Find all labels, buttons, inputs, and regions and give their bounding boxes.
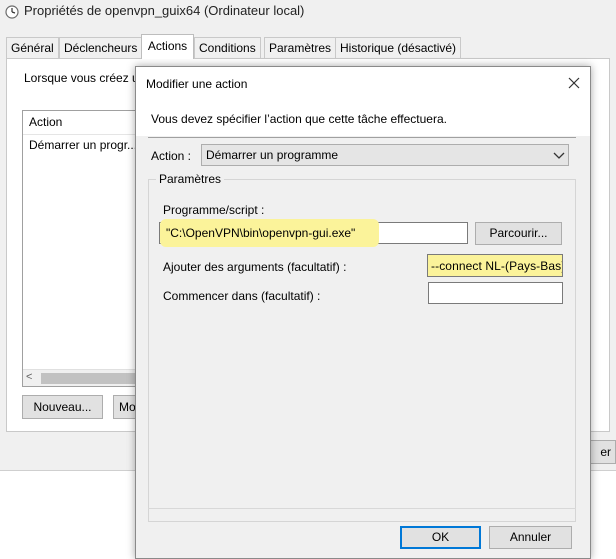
window-title: Propriétés de openvpn_guix64 (Ordinateur…	[24, 3, 305, 18]
tab-general[interactable]: Général	[6, 37, 59, 58]
tab-conditions[interactable]: Conditions	[194, 37, 261, 58]
action-select-value: Démarrer un programme	[206, 148, 339, 162]
start-in-label: Commencer dans (facultatif) :	[163, 289, 321, 303]
horizontal-scrollbar[interactable]: <	[23, 369, 141, 386]
program-label: Programme/script :	[163, 203, 265, 217]
browse-button[interactable]: Parcourir...	[475, 222, 562, 245]
scroll-left-icon[interactable]: <	[26, 371, 32, 383]
close-icon[interactable]	[562, 71, 586, 95]
arguments-label: Ajouter des arguments (facultatif) :	[163, 260, 347, 274]
tab-settings[interactable]: Paramètres	[264, 37, 337, 58]
instruction-text: Vous devez spécifier l’action que cette …	[151, 112, 447, 126]
arguments-input-value: --connect NL-(Pays-Bas)	[431, 259, 563, 273]
ok-button[interactable]: OK	[400, 526, 481, 549]
actions-description: Lorsque vous créez u	[24, 71, 139, 85]
scrollbar-thumb[interactable]	[41, 373, 141, 384]
dialog-title: Modifier une action	[146, 77, 248, 91]
footer-separator	[148, 508, 576, 509]
new-button[interactable]: Nouveau...	[22, 395, 103, 419]
clock-icon	[5, 5, 19, 19]
action-select[interactable]: Démarrer un programme	[201, 144, 569, 166]
start-in-input[interactable]	[428, 282, 563, 304]
tab-actions[interactable]: Actions	[141, 34, 194, 59]
tab-triggers[interactable]: Déclencheurs	[59, 37, 143, 58]
chevron-down-icon[interactable]	[553, 149, 565, 161]
cancel-button[interactable]: Annuler	[489, 526, 572, 549]
list-header-action[interactable]: Action	[23, 111, 141, 135]
separator	[148, 137, 576, 138]
parameters-group-label: Paramètres	[156, 172, 225, 186]
program-input[interactable]: "C:\OpenVPN\bin\openvpn-gui.exe"	[159, 219, 468, 247]
tab-history[interactable]: Historique (désactivé)	[335, 37, 462, 58]
list-item[interactable]: Démarrer un progr...	[23, 137, 141, 155]
edit-action-dialog: Modifier une action Vous devez spécifier…	[135, 66, 591, 559]
program-input-value: "C:\OpenVPN\bin\openvpn-gui.exe"	[166, 226, 356, 240]
action-label: Action :	[151, 149, 192, 163]
actions-list[interactable]: Action Démarrer un progr... <	[22, 110, 142, 387]
arguments-input[interactable]: --connect NL-(Pays-Bas)	[427, 254, 563, 277]
